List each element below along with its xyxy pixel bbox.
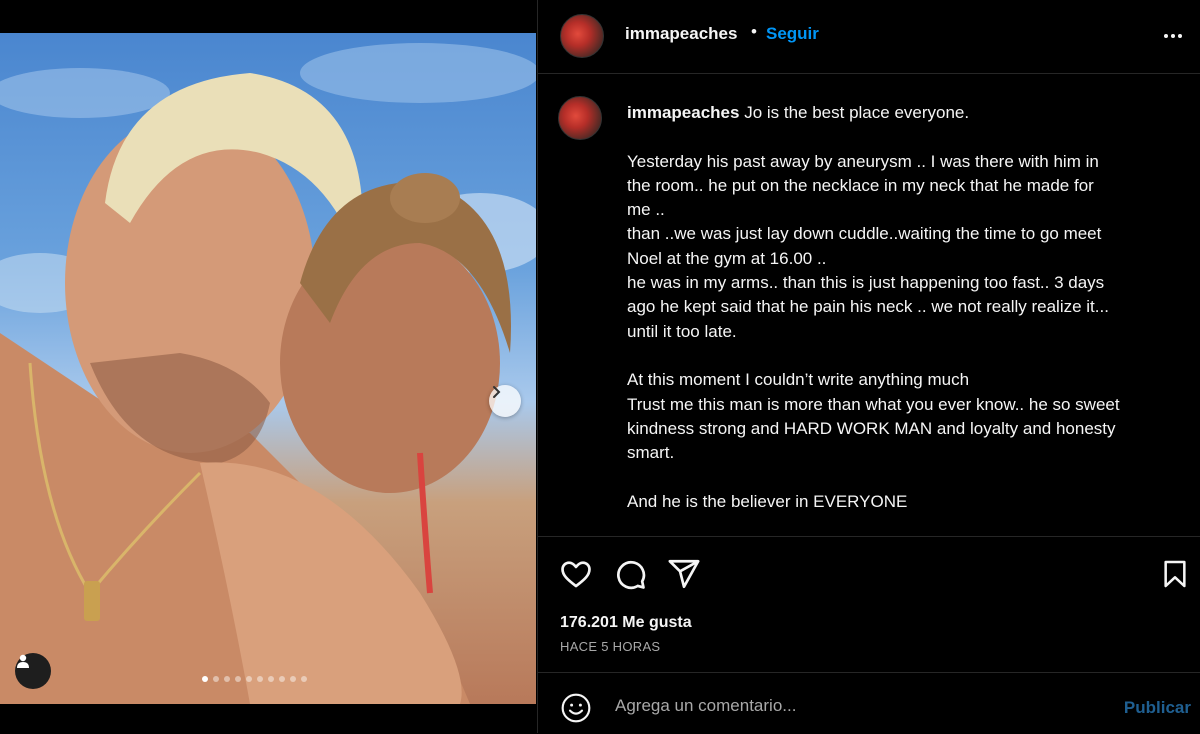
post-timestamp[interactable]: HACE 5 HORAS [560, 639, 660, 654]
avatar[interactable] [560, 14, 604, 58]
username-link[interactable]: immapeaches [625, 24, 737, 44]
comment-bar: Publicar [538, 672, 1200, 734]
post-actions: 176.201 Me gusta HACE 5 HORAS [538, 536, 1200, 673]
follow-button[interactable]: Seguir [766, 24, 819, 44]
likes-count[interactable]: 176.201 Me gusta [560, 614, 692, 632]
post-details-panel: immapeaches • Seguir immapeaches Jo is t… [537, 0, 1200, 733]
publish-button[interactable]: Publicar [1124, 698, 1191, 718]
caption-line: than ..we was just lay down cuddle..wait… [627, 224, 1102, 244]
carousel-dot [257, 676, 263, 682]
more-options-icon[interactable] [1161, 24, 1185, 53]
caption-line: ago he kept said that he pain his neck .… [627, 297, 1109, 317]
carousel-dot [279, 676, 285, 682]
caption-line: kindness strong and HARD WORK MAN and lo… [627, 418, 1116, 438]
heart-icon[interactable] [559, 557, 593, 596]
emoji-icon[interactable] [560, 692, 592, 729]
caption-line: he was in my arms.. than this is just ha… [627, 273, 1105, 293]
caption-line: me .. [627, 200, 665, 220]
comment-icon[interactable] [613, 557, 647, 596]
caption-line: At this moment I couldn’t write anything… [627, 370, 970, 390]
comment-input[interactable] [613, 691, 1077, 721]
post-header: immapeaches • Seguir [538, 0, 1200, 74]
post-caption: immapeaches Jo is the best place everyon… [627, 101, 1167, 514]
caption-username[interactable]: immapeaches [627, 103, 739, 122]
photo-illustration [0, 43, 536, 704]
bookmark-icon[interactable] [1159, 557, 1191, 596]
caption-line: until it too late. [627, 321, 737, 341]
post-media [0, 0, 536, 733]
carousel-dot [235, 676, 241, 682]
carousel-dot [301, 676, 307, 682]
avatar[interactable] [558, 96, 602, 140]
caption-area: immapeaches Jo is the best place everyon… [538, 74, 1200, 536]
carousel-dot [290, 676, 296, 682]
carousel-indicator [202, 676, 307, 682]
carousel-dot [213, 676, 219, 682]
carousel-dot [268, 676, 274, 682]
tagged-users-button[interactable] [15, 653, 51, 689]
caption-line: the room.. he put on the necklace in my … [627, 175, 1094, 195]
caption-line: Trust me this man is more than what you … [627, 394, 1120, 414]
post-photo[interactable] [0, 33, 536, 704]
carousel-next-button[interactable] [489, 385, 521, 417]
carousel-dot [246, 676, 252, 682]
caption-line: Jo is the best place everyone. [744, 103, 970, 122]
caption-line: Noel at the gym at 16.00 .. [627, 248, 827, 268]
caption-line: smart. [627, 443, 675, 463]
carousel-dot [202, 676, 208, 682]
carousel-dot [224, 676, 230, 682]
share-icon[interactable] [667, 557, 701, 596]
separator-dot: • [751, 22, 757, 41]
caption-line: Yesterday his past away by aneurysm .. I… [627, 151, 1099, 171]
caption-line: And he is the believer in EVERYONE [627, 491, 908, 511]
